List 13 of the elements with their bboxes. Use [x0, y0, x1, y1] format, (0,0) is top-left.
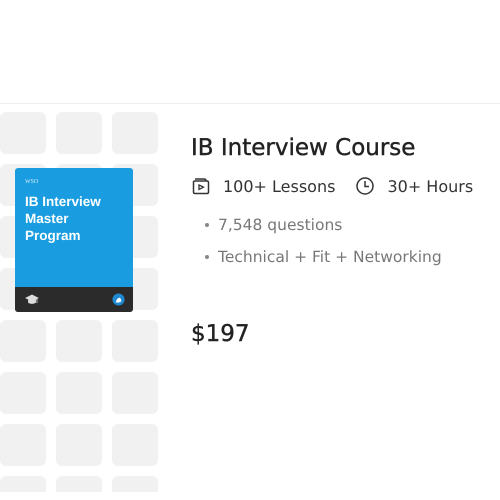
globe-icon [112, 293, 125, 306]
stat-label: 100+ Lessons [223, 176, 336, 196]
feature-text: Technical + Fit + Networking [218, 248, 442, 266]
clock-icon [355, 176, 376, 196]
video-folder-icon [191, 176, 211, 196]
bullet-icon [205, 223, 209, 227]
course-title: IB Interview Course [191, 135, 416, 161]
cover-title: IB Interview Master Program [25, 193, 102, 244]
price: $197 [191, 321, 250, 347]
stat-label: 30+ Hours [387, 176, 474, 196]
bullet-icon [205, 255, 209, 259]
graduation-cap-icon [25, 294, 39, 306]
feature-text: 7,548 questions [218, 216, 342, 234]
